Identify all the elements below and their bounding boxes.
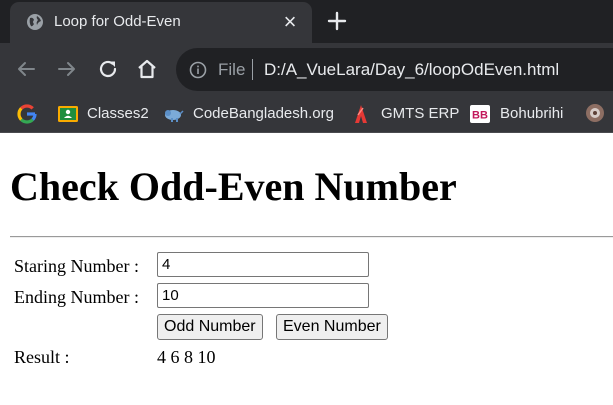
home-icon[interactable]: [135, 57, 159, 81]
ending-number-label: Ending Number :: [14, 287, 139, 307]
bookmark-label: Bohubrihi: [500, 105, 564, 122]
google-icon: [17, 104, 37, 124]
classroom-icon: [58, 106, 78, 122]
bookmark-gmts-erp[interactable]: GMTS ERP: [350, 103, 459, 125]
svg-text:BB: BB: [472, 110, 488, 122]
address-separator: [252, 59, 253, 80]
bookmark-classes2[interactable]: Classes2: [57, 103, 157, 125]
even-number-button[interactable]: Even Number: [276, 314, 388, 340]
bookmark-overflow-icon[interactable]: [584, 102, 606, 124]
title-divider: [10, 236, 613, 238]
tab-title: Loop for Odd-Even: [54, 13, 181, 30]
result-value: 4 6 8 10: [157, 347, 216, 367]
result-label: Result :: [14, 347, 70, 367]
tab-strip: Loop for Odd-Even ×: [0, 0, 613, 43]
info-icon[interactable]: [189, 61, 207, 79]
browser-toolbar: File D:/A_VueLara/Day_6/loopOdEven.html: [0, 43, 613, 96]
starting-number-input[interactable]: [157, 252, 369, 277]
bookmark-label: CodeBangladesh.org: [193, 105, 334, 122]
active-tab[interactable]: Loop for Odd-Even ×: [10, 2, 312, 43]
new-tab-icon[interactable]: [326, 10, 348, 32]
gmts-icon: [355, 105, 367, 123]
ending-number-input[interactable]: [157, 283, 369, 308]
bohubrihi-icon: BB: [470, 105, 490, 123]
bookmark-codebangladesh[interactable]: CodeBangladesh.org: [162, 103, 337, 125]
back-icon[interactable]: [14, 57, 38, 81]
bookmark-bohubrihi[interactable]: BB Bohubrihi: [469, 103, 569, 125]
page-title: Check Odd-Even Number: [10, 164, 457, 209]
bookmark-label: Classes2: [87, 105, 149, 122]
bookmark-label: GMTS ERP: [381, 105, 460, 122]
odd-number-button[interactable]: Odd Number: [157, 314, 263, 340]
close-tab-icon[interactable]: ×: [280, 11, 300, 33]
bookmarks-bar: Classes2 CodeBangladesh.org GMTS ERP BB …: [0, 96, 613, 133]
page-content: Check Odd-Even Number Staring Number : E…: [0, 133, 613, 405]
starting-number-label: Staring Number :: [14, 256, 139, 276]
reload-icon[interactable]: [96, 57, 120, 81]
url-text[interactable]: D:/A_VueLara/Day_6/loopOdEven.html: [264, 60, 559, 80]
globe-icon: [27, 14, 43, 30]
forward-icon[interactable]: [55, 57, 79, 81]
address-bar[interactable]: File D:/A_VueLara/Day_6/loopOdEven.html: [176, 48, 613, 91]
codebangladesh-icon: [165, 110, 184, 122]
url-scheme: File: [218, 60, 246, 79]
bookmark-google[interactable]: [16, 103, 38, 125]
